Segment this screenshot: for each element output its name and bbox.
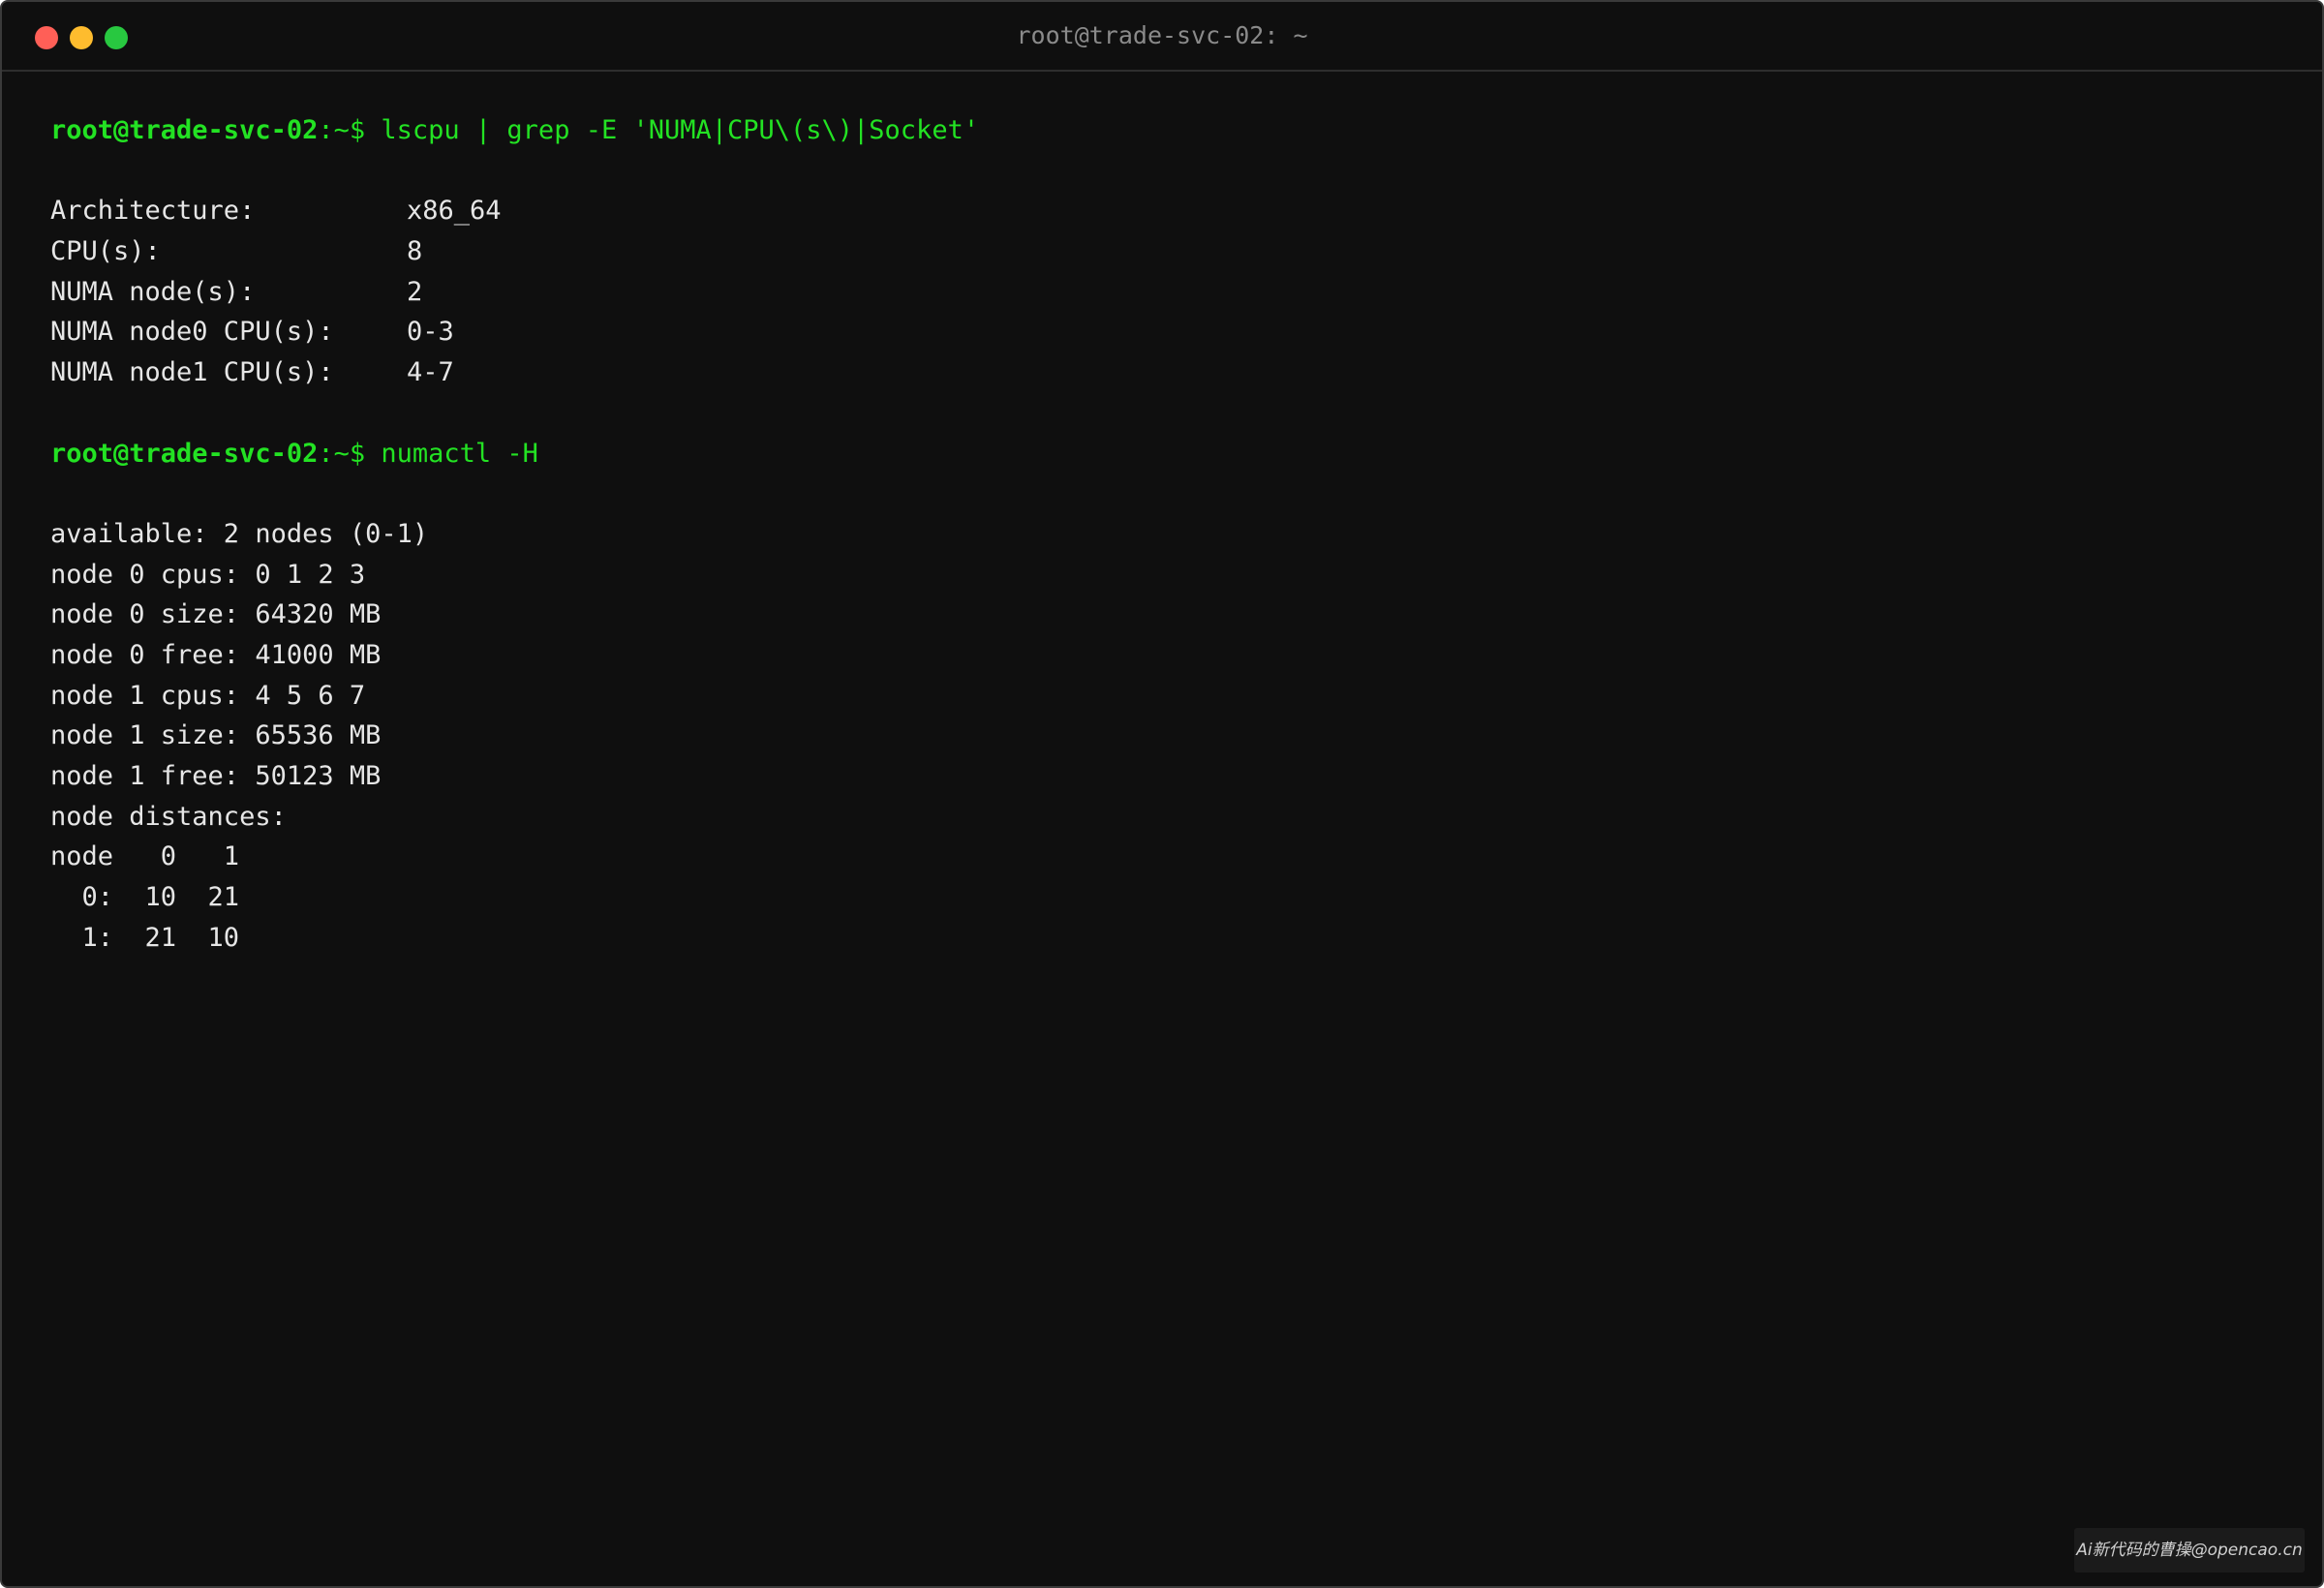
lscpu-value: x86_64 [407, 196, 502, 227]
command-text: lscpu | grep -E 'NUMA|CPU\(s\)|Socket' [365, 115, 980, 145]
prompt-user-host: root@trade-svc-02 [50, 115, 319, 145]
lscpu-key: NUMA node1 CPU(s): [50, 357, 334, 388]
command-line-2: root@trade-svc-02:~$ numactl -H [50, 434, 2283, 474]
prompt-user-host: root@trade-svc-02 [50, 438, 319, 469]
output-line: node 0 1 [50, 841, 240, 872]
lscpu-value: 8 [407, 236, 423, 267]
output-line: 1: 21 10 [50, 922, 240, 953]
output-line: NUMA node0 CPU(s): 0-3 [50, 312, 2283, 352]
output-line: NUMA node1 CPU(s): 4-7 [50, 352, 2283, 393]
command-line-1: root@trade-svc-02:~$ lscpu | grep -E 'NU… [50, 110, 2283, 151]
prompt-path: :~$ [318, 115, 366, 145]
output-line: node 0 cpus: 0 1 2 3 [50, 559, 366, 590]
output-line: CPU(s): 8 [50, 231, 2283, 272]
output-line: node 1 cpus: 4 5 6 7 [50, 680, 366, 711]
prompt-path: :~$ [318, 438, 366, 469]
watermark: Ai新代码的曹操@opencao.cn [2074, 1528, 2305, 1573]
lscpu-value: 0-3 [407, 317, 454, 348]
output-line: node 1 free: 50123 MB [50, 761, 382, 791]
output-line: node 0 size: 64320 MB [50, 599, 382, 630]
output-line: NUMA node(s): 2 [50, 272, 2283, 313]
lscpu-value: 4-7 [407, 357, 454, 388]
title-bar: root@trade-svc-02: ~ [2, 2, 2322, 72]
window-title: root@trade-svc-02: ~ [1016, 21, 1308, 49]
output-line: node 0 free: 41000 MB [50, 639, 382, 670]
terminal-output[interactable]: root@trade-svc-02:~$ lscpu | grep -E 'NU… [50, 110, 2283, 958]
output-line: 0: 10 21 [50, 882, 240, 913]
output-line: node 1 size: 65536 MB [50, 720, 382, 751]
lscpu-key: NUMA node(s): [50, 276, 256, 307]
output-line: node distances: [50, 801, 287, 832]
command-text: numactl -H [365, 438, 538, 469]
lscpu-value: 2 [407, 276, 423, 307]
output-line: Architecture: x86_64 [50, 191, 2283, 231]
lscpu-key: CPU(s): [50, 236, 161, 267]
lscpu-key: Architecture: [50, 196, 256, 227]
lscpu-key: NUMA node0 CPU(s): [50, 317, 334, 348]
output-line: available: 2 nodes (0-1) [50, 518, 429, 549]
terminal-window: root@trade-svc-02: ~ root@trade-svc-02:~… [0, 0, 2324, 1588]
